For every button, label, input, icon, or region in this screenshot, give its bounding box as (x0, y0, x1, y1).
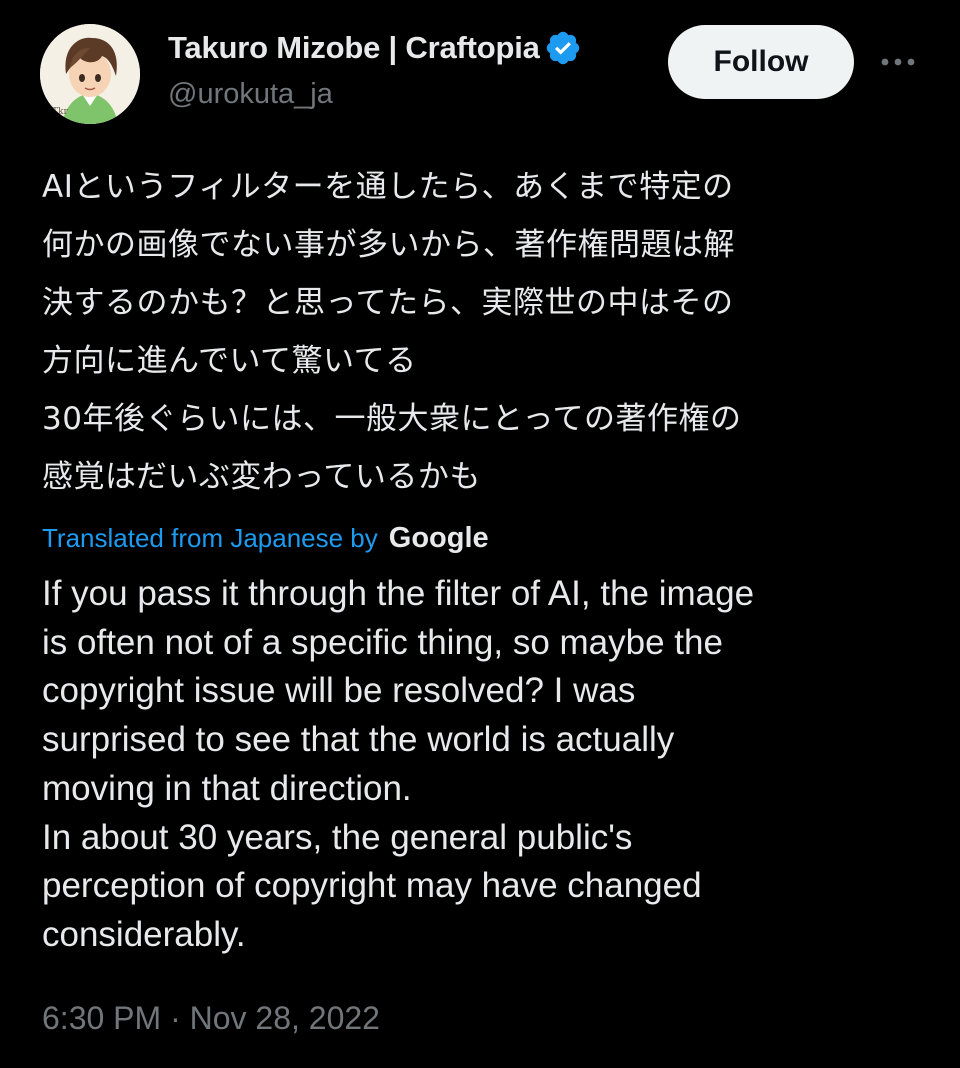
avatar-illustration: Tkr (40, 24, 140, 124)
follow-button[interactable]: Follow (668, 25, 854, 99)
tweet-text-translation: If you pass it through the filter of AI,… (42, 574, 755, 954)
tweet-text-original: AIというフィルターを通したら、あくまで特定の 何かの画像でない事が多いから、著… (42, 169, 742, 495)
author-display-name[interactable]: Takuro Mizobe | Craftopia (168, 30, 540, 66)
author-handle[interactable]: @urokuta_ja (168, 78, 333, 111)
google-logo: Google (388, 521, 489, 554)
verified-badge-icon (544, 29, 582, 67)
author-name-row[interactable]: Takuro Mizobe | Craftopia (168, 26, 654, 70)
avatar[interactable]: Tkr (40, 24, 140, 124)
more-dots-icon[interactable] (876, 44, 920, 80)
svg-text:Tkr: Tkr (52, 107, 68, 117)
translated-from-link[interactable]: Translated from Japanese by (42, 523, 378, 554)
tweet-timestamp[interactable]: 6:30 PM · Nov 28, 2022 (42, 1000, 380, 1037)
translation-attribution: Translated from Japanese by Google (42, 518, 489, 558)
